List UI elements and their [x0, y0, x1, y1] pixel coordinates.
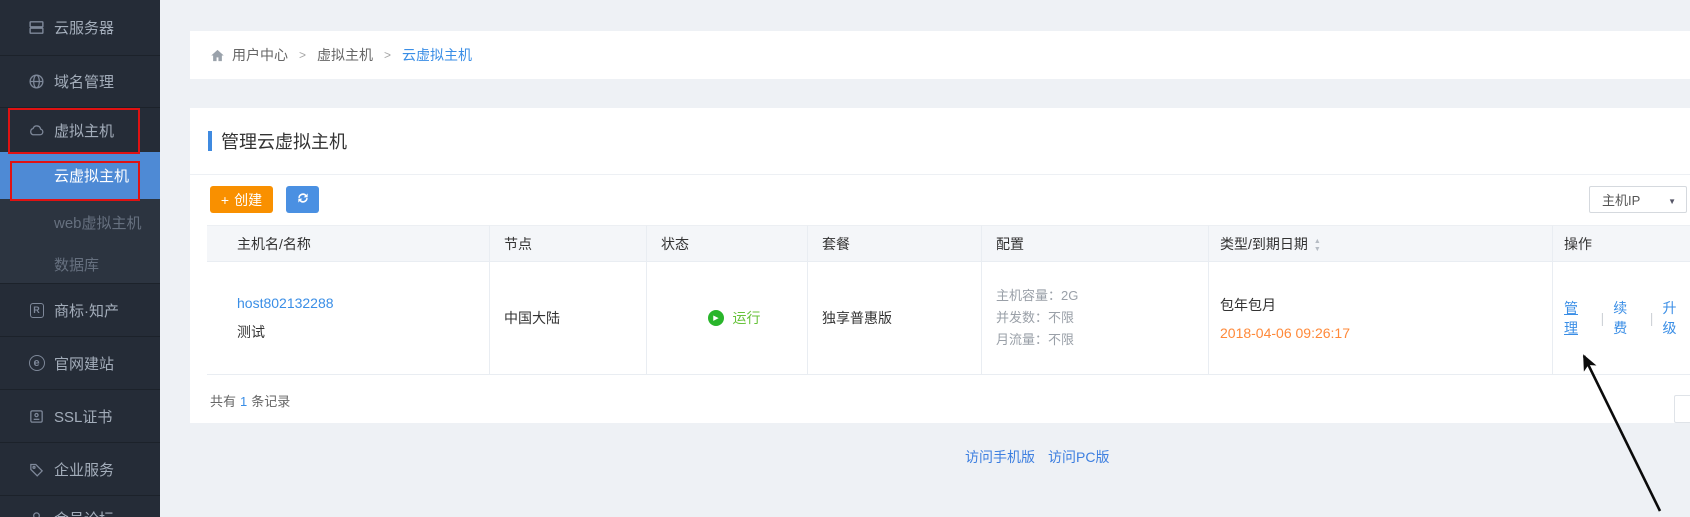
cell-status: 运行 [647, 262, 808, 375]
cloud-host-icon [28, 122, 45, 139]
cell-hostname: host802132288 测试 [207, 262, 490, 375]
cell-plan: 独享普惠版 [808, 262, 982, 375]
breadcrumb-virtual-host[interactable]: 虚拟主机 [317, 45, 373, 65]
summary-suffix: 条记录 [251, 394, 290, 409]
record-summary: 共有 1 条记录 [210, 391, 290, 410]
cell-node: 中国大陆 [490, 262, 647, 375]
footer-links: 访问手机版 访问PC版 [965, 447, 1109, 467]
create-button[interactable]: + 创建 [210, 186, 273, 213]
action-separator: | [1601, 310, 1605, 326]
host-name-link[interactable]: host802132288 [237, 295, 489, 311]
host-alias: 测试 [237, 322, 489, 342]
sidebar-item-label: 云服务器 [54, 17, 114, 38]
sidebar-item-virtual-host[interactable]: 虚拟主机 [0, 107, 160, 152]
col-header-hostname: 主机名/名称 [207, 225, 490, 262]
main-panel: 管理云虚拟主机 + 创建 主机IP 主机名/名称 节点 状态 套餐 配置 类 [190, 108, 1690, 423]
action-separator: | [1650, 310, 1654, 326]
sidebar-item-label: 官网建站 [54, 353, 114, 374]
running-play-icon [708, 310, 724, 326]
config-capacity: 主机容量：2G [996, 285, 1208, 307]
upgrade-link[interactable]: 升级 [1662, 298, 1690, 338]
sidebar-subitem-label: web虚拟主机 [54, 212, 142, 233]
record-count: 1 [240, 394, 247, 409]
breadcrumb-current[interactable]: 云虚拟主机 [402, 45, 472, 65]
sidebar-item-web-virtual-host[interactable]: web虚拟主机 [0, 199, 160, 245]
sidebar-item-member-forum[interactable]: 会员论坛 [0, 495, 160, 517]
panel-header: 管理云虚拟主机 [190, 108, 1690, 175]
sidebar-item-cloud-server[interactable]: 云服务器 [0, 0, 160, 55]
status-badge: 运行 [733, 308, 761, 328]
breadcrumb-separator: > [299, 48, 306, 62]
manage-link[interactable]: 管理 [1564, 298, 1592, 338]
certificate-icon [28, 408, 45, 425]
col-header-status: 状态 [647, 225, 808, 262]
sidebar-submenu-virtual-host: 云虚拟主机 web虚拟主机 数据库 [0, 152, 160, 283]
home-icon [210, 48, 225, 63]
sort-icon[interactable] [1314, 236, 1321, 252]
website-e-icon [28, 355, 45, 372]
col-header-actions: 操作 [1553, 225, 1690, 262]
sidebar-item-label: 企业服务 [54, 459, 114, 480]
sidebar-item-cloud-virtual-host[interactable]: 云虚拟主机 [0, 152, 160, 199]
cell-actions: 管理 | 续费 | 升级 [1553, 262, 1690, 375]
page-title: 管理云虚拟主机 [221, 128, 347, 154]
server-icon [28, 19, 45, 36]
tag-icon [28, 461, 45, 478]
sidebar-item-database[interactable]: 数据库 [0, 245, 160, 283]
mobile-version-link[interactable]: 访问手机版 [965, 447, 1035, 467]
sidebar-item-label: SSL证书 [54, 406, 112, 427]
config-traffic: 月流量：不限 [996, 329, 1208, 351]
sidebar-item-label: 会员论坛 [54, 508, 114, 517]
sidebar-item-trademark[interactable]: 商标·知产 [0, 283, 160, 336]
sidebar-item-domain[interactable]: 域名管理 [0, 55, 160, 107]
sidebar-item-website-builder[interactable]: 官网建站 [0, 336, 160, 389]
host-table: 主机名/名称 节点 状态 套餐 配置 类型/到期日期 操作 host802132… [207, 225, 1690, 375]
member-icon [28, 510, 45, 517]
renew-link[interactable]: 续费 [1613, 298, 1641, 338]
breadcrumb-user-center[interactable]: 用户中心 [232, 45, 288, 65]
sidebar-item-enterprise[interactable]: 企业服务 [0, 442, 160, 495]
sidebar-item-label: 商标·知产 [54, 300, 119, 321]
host-ip-filter-dropdown[interactable]: 主机IP [1589, 186, 1687, 213]
pc-version-link[interactable]: 访问PC版 [1048, 447, 1109, 467]
node-value: 中国大陆 [504, 308, 646, 328]
table-row: host802132288 测试 中国大陆 运行 独享普惠版 主机容量：2G 并… [207, 262, 1690, 375]
expire-date: 2018-04-06 09:26:17 [1220, 325, 1552, 341]
plus-icon: + [221, 192, 229, 208]
breadcrumb: 用户中心 > 虚拟主机 > 云虚拟主机 [190, 31, 1690, 79]
cloud-host-console: 云服务器 域名管理 虚拟主机 云虚拟主机 web虚拟主机 数据库 [0, 0, 1690, 517]
sidebar-subitem-label: 数据库 [54, 254, 99, 275]
col-header-config: 配置 [982, 225, 1209, 262]
chevron-down-icon [1668, 192, 1676, 207]
config-concurrency: 并发数：不限 [996, 307, 1208, 329]
sidebar-subitem-label: 云虚拟主机 [54, 165, 129, 186]
summary-prefix: 共有 [210, 394, 236, 409]
refresh-icon [296, 191, 310, 208]
title-accent-bar [208, 131, 212, 151]
col-header-type-expire: 类型/到期日期 [1209, 225, 1553, 262]
refresh-button[interactable] [286, 186, 319, 213]
col-header-type-expire-label: 类型/到期日期 [1220, 234, 1308, 254]
cell-config: 主机容量：2G 并发数：不限 月流量：不限 [982, 262, 1209, 375]
create-button-label: 创建 [234, 190, 262, 210]
cell-type-expire: 包年包月 2018-04-06 09:26:17 [1209, 262, 1553, 375]
sidebar-item-ssl[interactable]: SSL证书 [0, 389, 160, 442]
filter-dropdown-value: 主机IP [1602, 190, 1640, 209]
plan-value: 独享普惠版 [822, 308, 981, 328]
col-header-plan: 套餐 [808, 225, 982, 262]
table-header-row: 主机名/名称 节点 状态 套餐 配置 类型/到期日期 操作 [207, 225, 1690, 262]
breadcrumb-separator: > [384, 48, 391, 62]
sidebar: 云服务器 域名管理 虚拟主机 云虚拟主机 web虚拟主机 数据库 [0, 0, 160, 517]
sidebar-item-label: 域名管理 [54, 71, 114, 92]
globe-icon [28, 73, 45, 90]
sidebar-item-label: 虚拟主机 [54, 120, 114, 141]
trademark-r-icon [28, 302, 45, 319]
pagination-button-partial[interactable] [1674, 395, 1690, 423]
col-header-node: 节点 [490, 225, 647, 262]
billing-type: 包年包月 [1220, 295, 1552, 315]
